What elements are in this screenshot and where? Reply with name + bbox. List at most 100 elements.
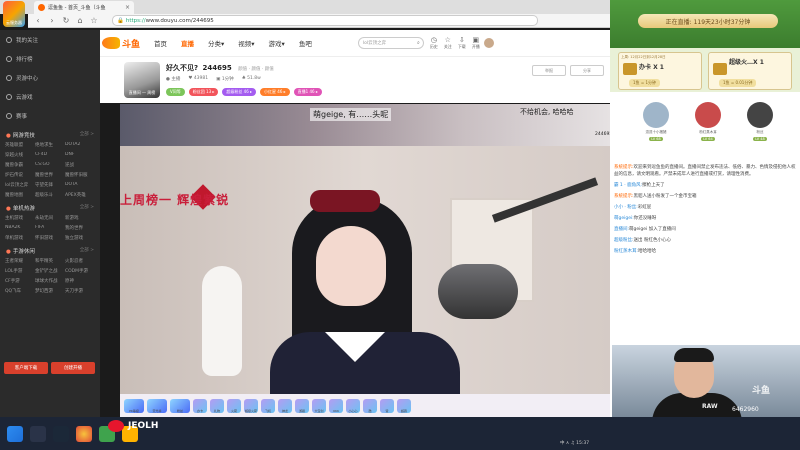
follow-button[interactable]: ☆ 关注 (444, 36, 452, 50)
gift-item[interactable]: 大宝剑 (312, 398, 326, 413)
section-all-link[interactable]: 全部 > (80, 204, 94, 212)
sidebar-category-link[interactable]: CF手游 (5, 278, 35, 284)
search-icon[interactable]: ⌕ (417, 40, 420, 46)
sidebar-category-link[interactable]: FIFA (35, 225, 65, 231)
start-stream-button[interactable]: 创建开播 (51, 362, 95, 374)
browser-taskbar-icon[interactable] (76, 425, 92, 442)
room-badge[interactable]: V同等 (166, 88, 185, 96)
sidebar-category-link[interactable]: 永劫无间 (35, 215, 65, 221)
gift-item[interactable]: 超跑 (397, 398, 411, 413)
report-button[interactable]: 举报 (532, 65, 566, 76)
gift-item[interactable]: 酷 (363, 398, 377, 413)
treasure-box-2[interactable]: 超级火…X 1 1鱼 = 0.01分钟 (708, 52, 792, 90)
sidebar-category-link[interactable]: 超级乐斗 (35, 192, 65, 198)
sidebar-category-link[interactable]: 单机游戏 (5, 235, 35, 241)
sidebar-category-link[interactable]: 魔兽争霸 (5, 162, 35, 168)
gift-item[interactable]: 礼物 (210, 398, 224, 413)
gift-item[interactable]: 666 (329, 398, 343, 413)
room-badge[interactable]: 直播1 46 ▸ (293, 88, 322, 96)
sidebar-category-link[interactable]: 逆战 (65, 162, 95, 168)
sidebar-category-link[interactable]: 绝地求生 (35, 142, 65, 148)
sidebar-category-link[interactable]: 魔兽怀旧服 (65, 172, 95, 178)
sidebar-category-link[interactable]: CS:GO (35, 162, 65, 168)
sidebar-category-link[interactable]: DNF (65, 152, 95, 158)
room-tag[interactable]: 颜值 · 颜值 · 颜值 (238, 67, 274, 72)
download-client-button[interactable]: 客户端下载 (4, 362, 48, 374)
home-icon[interactable]: ⌂ (76, 16, 84, 25)
sidebar-item-1[interactable]: 排行榜 (0, 49, 100, 68)
sidebar-category-link[interactable]: 球球大作战 (35, 278, 65, 284)
sidebar-category-link[interactable]: 梦幻西游 (35, 288, 65, 294)
sidebar-category-link[interactable]: 穿越火线 (5, 152, 35, 158)
gift-item[interactable]: 小心心 (346, 398, 360, 413)
gift-item[interactable]: 粉丝 (170, 398, 190, 413)
gift-item[interactable]: PK等级 (124, 398, 144, 413)
gift-item[interactable]: 飞机 (261, 398, 275, 413)
video-player[interactable]: 萌geige, 有……头呢 不给机会, 哈哈哈 244695 上周榜一 辉煌紫锐 (120, 104, 610, 394)
steam-icon[interactable] (53, 425, 69, 442)
sidebar-category-link[interactable]: APEX英雄 (65, 192, 95, 198)
nav-fishbar[interactable]: 鱼吧 (299, 38, 312, 48)
bookmark-star-icon[interactable]: ☆ (90, 16, 98, 25)
tab-close-icon[interactable]: × (125, 4, 130, 11)
refresh-icon[interactable]: ↻ (62, 16, 70, 25)
sidebar-category-link[interactable]: 怀旧游戏 (35, 235, 65, 241)
sidebar-item-4[interactable]: 赛事 (0, 106, 100, 125)
sidebar-category-link[interactable]: 我的世界 (65, 225, 95, 231)
sidebar-category-link[interactable]: 原神 (65, 278, 95, 284)
sidebar-category-link[interactable]: 天刀手游 (65, 288, 95, 294)
chat-username[interactable]: 小小 · 粉丝: (614, 205, 638, 210)
share-button[interactable]: 分享 (570, 65, 604, 76)
room-badge[interactable]: 超级粉丝 46 ▸ (222, 88, 257, 96)
room-badge[interactable]: 粉丝团 13 ▸ (188, 88, 219, 96)
sidebar-category-link[interactable]: 新游戏 (65, 215, 95, 221)
download-button[interactable]: ⇩ 下载 (458, 36, 466, 50)
user-avatar[interactable] (483, 38, 494, 48)
search-input[interactable]: lol云顶之弈 ⌕ (357, 37, 424, 49)
sidebar-category-link[interactable]: 王者荣耀 (5, 258, 35, 264)
sidebar-category-link[interactable]: NBA2K (5, 225, 35, 231)
gift-item[interactable]: 超级火箭 (244, 398, 258, 413)
room-badge[interactable]: 小红星 46 ▸ (260, 88, 290, 96)
sidebar-category-link[interactable]: 独立游戏 (65, 235, 95, 241)
sidebar-category-link[interactable]: 英雄联盟 (5, 142, 35, 148)
sidebar-category-link[interactable]: 守望先锋 (35, 182, 65, 188)
sidebar-category-link[interactable]: lol云顶之弈 (5, 182, 35, 188)
sidebar-category-link[interactable]: DOTA (65, 182, 95, 188)
chat-username[interactable]: 萌geigei: (614, 216, 634, 221)
sidebar-category-link[interactable]: CF4D (35, 152, 65, 158)
gift-item[interactable]: 赞 (380, 398, 394, 413)
gift-item[interactable]: 火箭 (227, 398, 241, 413)
sidebar-category-link[interactable]: 主机游戏 (5, 215, 35, 221)
sidebar-category-link[interactable]: LOL手游 (5, 268, 35, 274)
nav-category[interactable]: 分类▾ (208, 38, 224, 48)
broadcast-button[interactable]: ▣ 开播 (472, 36, 480, 50)
browser-tab[interactable]: 逗鱼鱼 - 首页_斗鱼（斗鱼 × (34, 1, 134, 14)
sidebar-category-link[interactable]: 魔兽地图 (5, 192, 35, 198)
sidebar-category-link[interactable]: DOTA2 (65, 142, 95, 148)
nav-live[interactable]: 直播 (181, 38, 194, 48)
fan-rank-3[interactable]: 粉丝 LV 48 (742, 102, 778, 142)
nav-home[interactable]: 首页 (154, 38, 167, 48)
chat-username[interactable]: 霸 1 · 鹿角风: (614, 183, 642, 188)
forward-icon[interactable]: › (48, 16, 56, 25)
section-all-link[interactable]: 全部 > (80, 131, 94, 139)
sidebar-category-link[interactable]: 炉石传说 (5, 172, 35, 178)
gift-item[interactable]: 办卡 (193, 398, 207, 413)
back-icon[interactable]: ‹ (34, 16, 42, 25)
history-button[interactable]: ◷ 历史 (430, 36, 438, 50)
sidebar-category-link[interactable]: 魔兽世界 (35, 172, 65, 178)
sidebar-category-link[interactable]: 金铲铲之战 (35, 268, 65, 274)
chat-username[interactable]: 粉红蒸木耳: (614, 249, 638, 254)
douyu-logo[interactable]: 斗鱼 (102, 37, 140, 50)
fan-rank-2[interactable]: 粉红蒸木耳 LV 64 (690, 102, 726, 142)
nav-game[interactable]: 游戏▾ (269, 38, 285, 48)
gift-item[interactable]: 荧光棒 (147, 398, 167, 413)
anchor-avatar[interactable]: 直播间 一 周榜 (124, 62, 160, 98)
sidebar-item-0[interactable]: 我的关注 (0, 30, 100, 49)
sidebar-category-link[interactable]: 火影忍者 (65, 258, 95, 264)
chat-username[interactable]: 直播间: (614, 227, 629, 232)
section-all-link[interactable]: 全部 > (80, 247, 94, 255)
sidebar-category-link[interactable]: 和平精英 (35, 258, 65, 264)
sidebar-category-link[interactable]: CODM手游 (65, 268, 95, 274)
